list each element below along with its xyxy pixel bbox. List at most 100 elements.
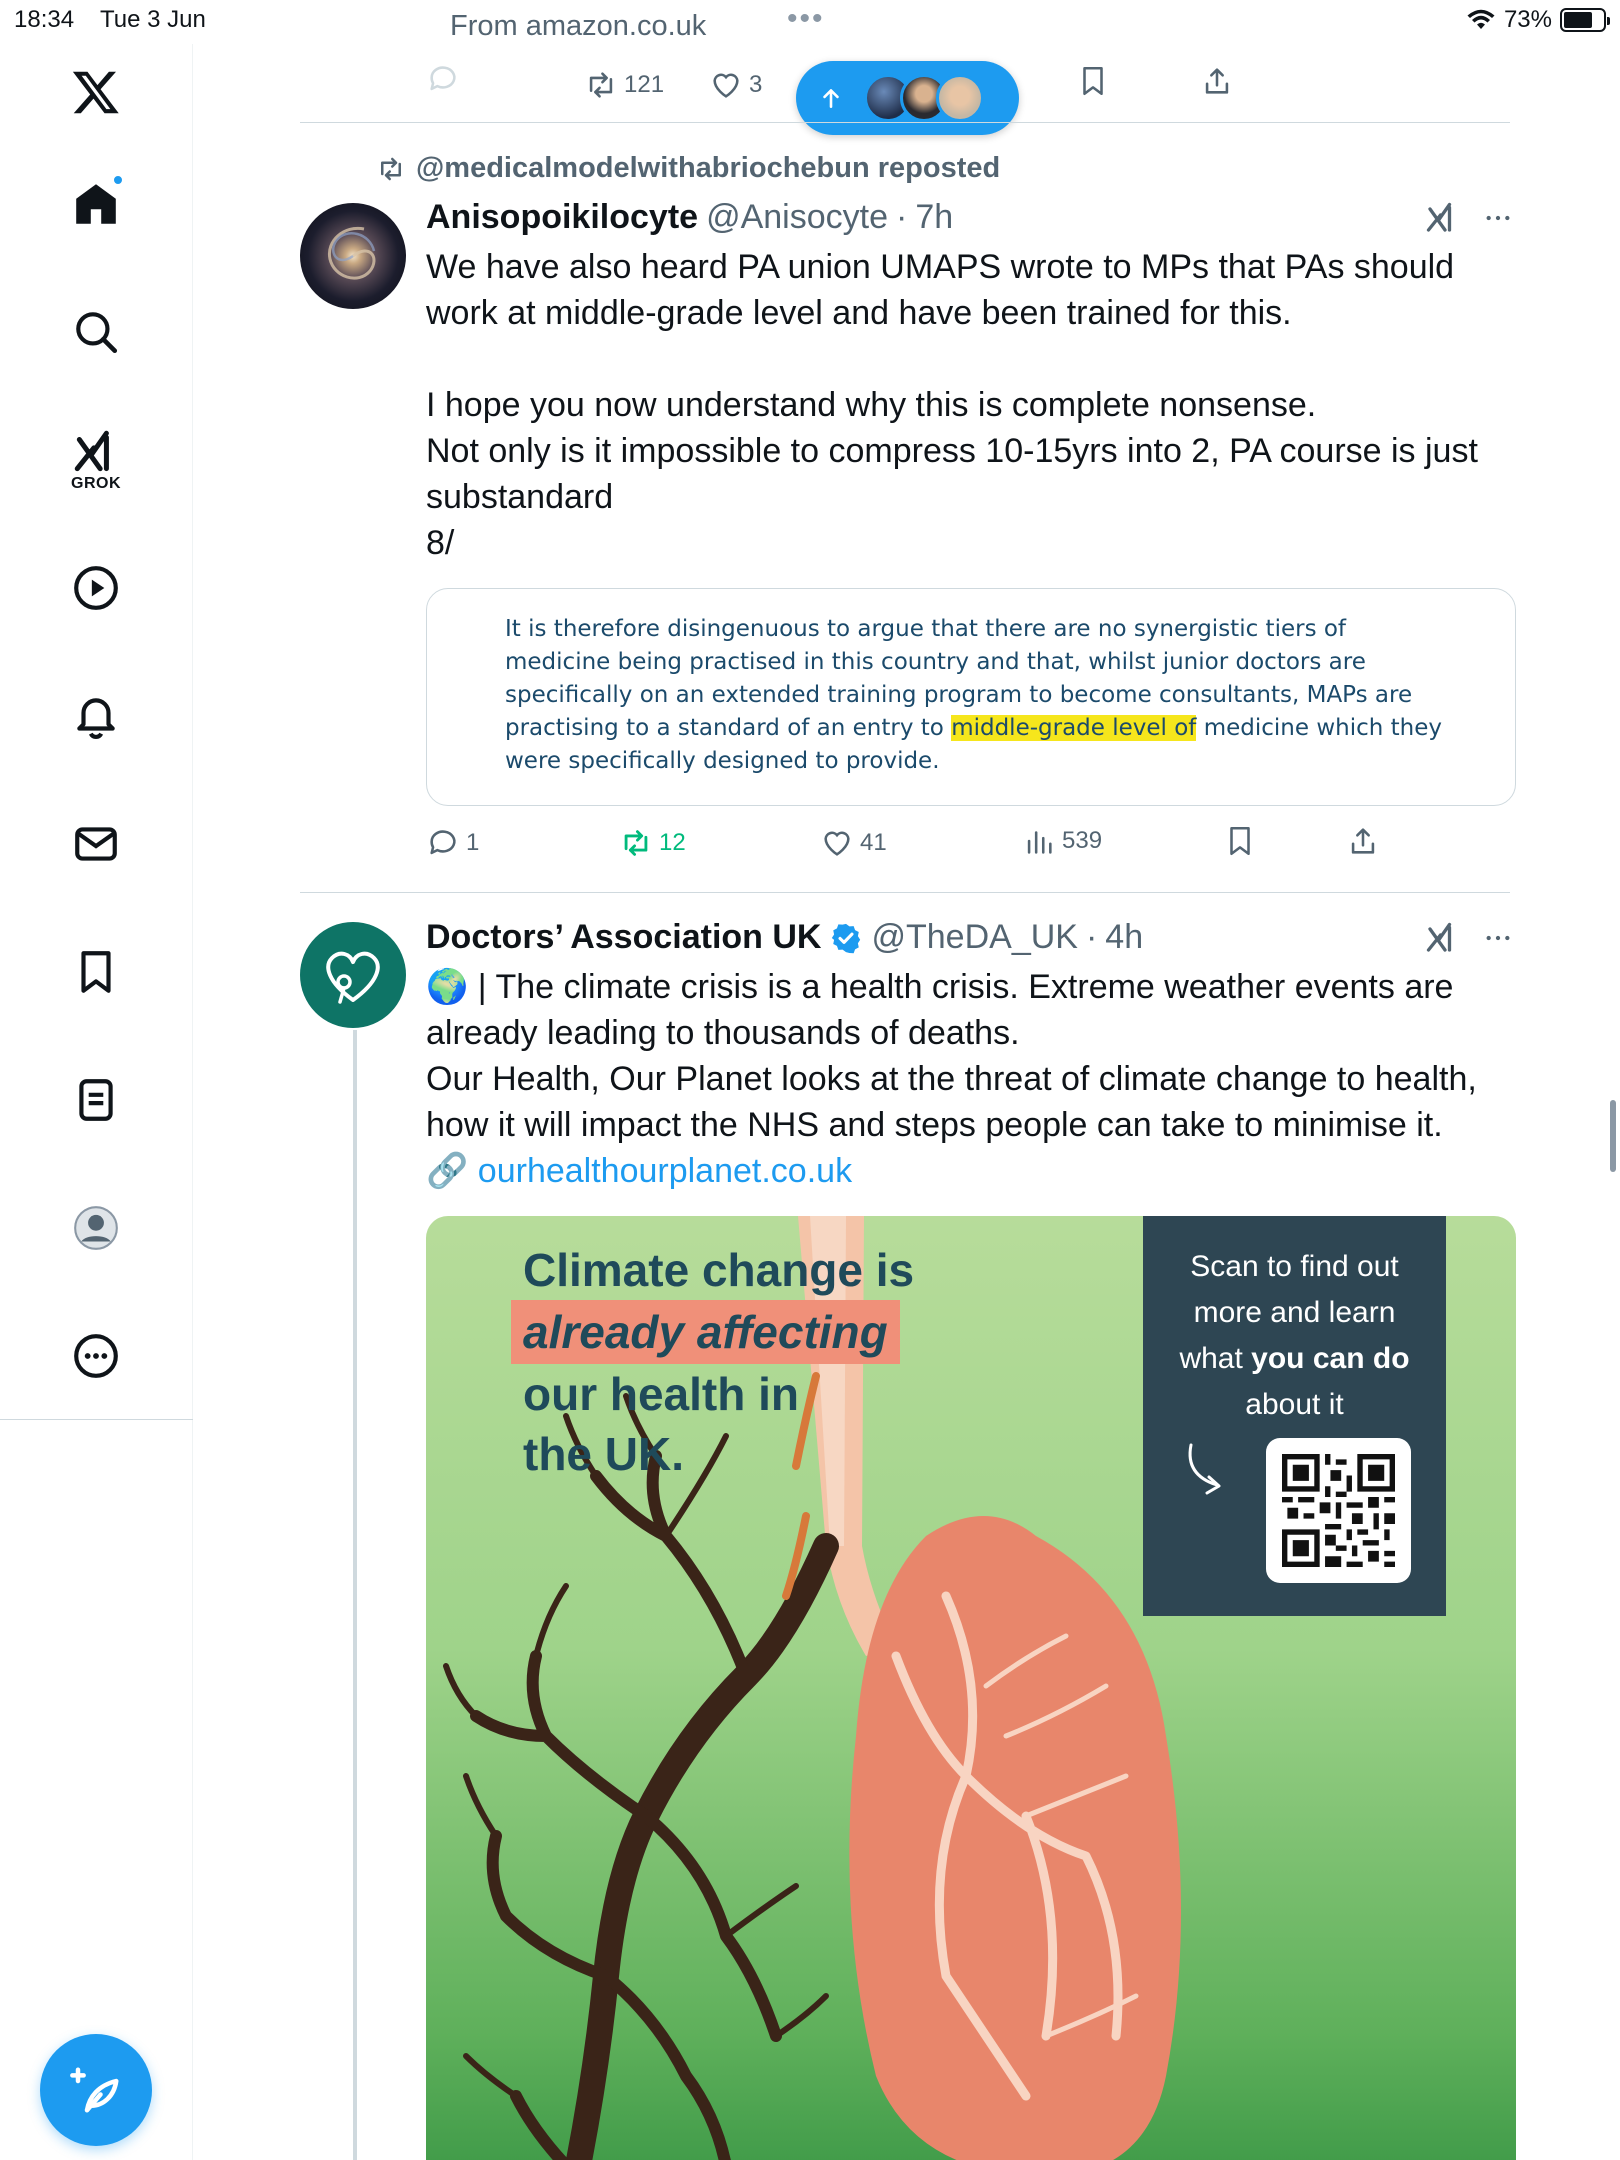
sidebar-nav: GROK [0,44,193,2160]
like-button[interactable]: 3 [709,68,762,102]
x-logo-icon [72,71,119,114]
play-circle-icon [74,566,118,610]
tweet-header: Anisopoikilocyte @Anisocyte · 7h [426,198,953,237]
more-options-icon[interactable] [1482,922,1514,954]
author-avatar[interactable] [300,922,406,1028]
compose-post-button[interactable] [40,2034,152,2146]
author-handle[interactable]: @TheDA_UK [871,918,1077,957]
like-button[interactable]: 41 [820,826,887,860]
reply-icon [430,830,456,855]
reply-button[interactable] [426,62,460,96]
sidebar-item-home[interactable] [50,158,142,250]
more-options-icon[interactable] [1482,202,1514,234]
share-icon [1351,828,1375,854]
tweet-media-image[interactable]: Climate change is already affecting our … [426,1216,1516,2160]
like-count: 3 [749,71,763,98]
sidebar-item-profile[interactable] [50,1182,142,1274]
bookmark-button[interactable] [1076,64,1110,98]
bookmark-icon [1230,826,1250,856]
retweet-button[interactable]: 121 [584,68,664,102]
author-avatar[interactable] [300,203,406,309]
retweet-button[interactable]: 12 [619,826,686,860]
notification-dot [112,174,124,186]
views-chart-icon [1027,831,1052,854]
tweet-header: Doctors’ Association UK @TheDA_UK · 4h [426,918,1143,957]
qr-code [1266,1438,1411,1583]
galaxy-image [327,226,376,280]
grok-icon[interactable] [1424,920,1460,956]
author-name[interactable]: Anisopoikilocyte [426,198,698,237]
tweet-text: 🌍 | The climate crisis is a health crisi… [426,964,1516,1194]
highlighted-phrase: middle-grade level of [951,715,1197,741]
tweet-text-line: 🌍 | The climate crisis is a health crisi… [426,968,1463,1052]
sidebar-item-messages[interactable] [50,798,142,890]
verified-badge-icon [832,923,861,953]
separator-dot: · [895,198,908,236]
grok-icon [74,430,109,472]
search-icon [76,312,118,354]
thread-connector-line [353,1030,357,2160]
tweet-divider [300,892,1510,893]
x-logo[interactable] [50,46,142,138]
bell-icon [77,698,115,739]
retweet-count: 121 [624,71,665,98]
stethoscope-heart-logo [326,951,380,1004]
media-headline: Climate change is already affecting our … [511,1240,914,1484]
author-handle[interactable]: @Anisocyte [706,198,888,237]
author-name[interactable]: Doctors’ Association UK [426,918,821,957]
sidebar-item-lists[interactable] [50,1054,142,1146]
retweet-icon [624,830,648,856]
grok-label: GROK [71,475,121,492]
scrollbar-thumb[interactable] [1610,1100,1616,1172]
reply-button[interactable]: 1 [426,826,479,860]
sidebar-item-explore[interactable] [50,286,142,378]
status-date: Tue 3 Jun [100,6,206,33]
separator-dot: · [1085,918,1098,956]
like-count: 41 [860,829,887,856]
sidebar-divider [0,1419,193,1420]
retweet-icon [381,157,401,180]
sidebar-item-bookmarks[interactable] [50,926,142,1018]
sidebar-item-grok[interactable]: GROK [50,414,142,506]
link-icon: 🔗 [426,1152,469,1190]
tweet-text-line: Our Health, Our Planet looks at the thre… [426,1060,1487,1144]
tweet-text: We have also heard PA union UMAPS wrote … [426,248,1478,562]
sidebar-item-video[interactable] [50,542,142,634]
bookmark-button[interactable] [1223,824,1257,858]
reposted-by-text: @medicalmodelwithabriochebun reposted [416,152,1001,184]
profile-avatar-icon [74,1206,118,1250]
home-icon [76,184,116,224]
tweet-time[interactable]: 7h [915,198,953,237]
retweet-count: 12 [659,829,686,856]
heart-icon [713,73,739,98]
heart-icon [824,831,850,856]
sidebar-item-notifications[interactable] [50,670,142,762]
reposted-by-line[interactable]: @medicalmodelwithabriochebun reposted [376,152,1000,185]
tweet-time[interactable]: 4h [1105,918,1143,957]
mail-icon [75,827,117,861]
status-time: 18:34 [14,6,75,33]
views-button[interactable]: 539 [1022,824,1102,858]
arrow-up-icon [823,89,839,108]
reply-icon [430,66,456,91]
tweet-tools [1424,920,1514,956]
more-circle-icon [74,1334,118,1378]
compose-feather-icon [70,2067,119,2113]
tweet-tools [1424,200,1514,236]
sidebar-item-more[interactable] [50,1310,142,1402]
grok-icon[interactable] [1424,200,1460,236]
views-count: 539 [1062,827,1103,854]
timeline-feed: 121 3 @medicalmodelwithabriochebun repos… [193,0,1620,2160]
share-button[interactable] [1346,824,1380,858]
retweet-icon [589,72,613,98]
quoted-image-card[interactable]: It is therefore disingenuous to argue th… [426,588,1516,806]
quoted-image-text: It is therefore disingenuous to argue th… [505,616,1443,774]
tweet-actions: 1 12 41 539 [426,822,1426,872]
bookmark-icon [1083,66,1103,96]
curved-arrow-icon [1188,1443,1221,1495]
share-button[interactable] [1200,64,1234,98]
tweet-divider [300,122,1510,123]
external-link[interactable]: ourhealthourplanet.co.uk [478,1152,852,1190]
share-icon [1205,68,1229,94]
new-posts-pill[interactable] [796,61,1019,135]
